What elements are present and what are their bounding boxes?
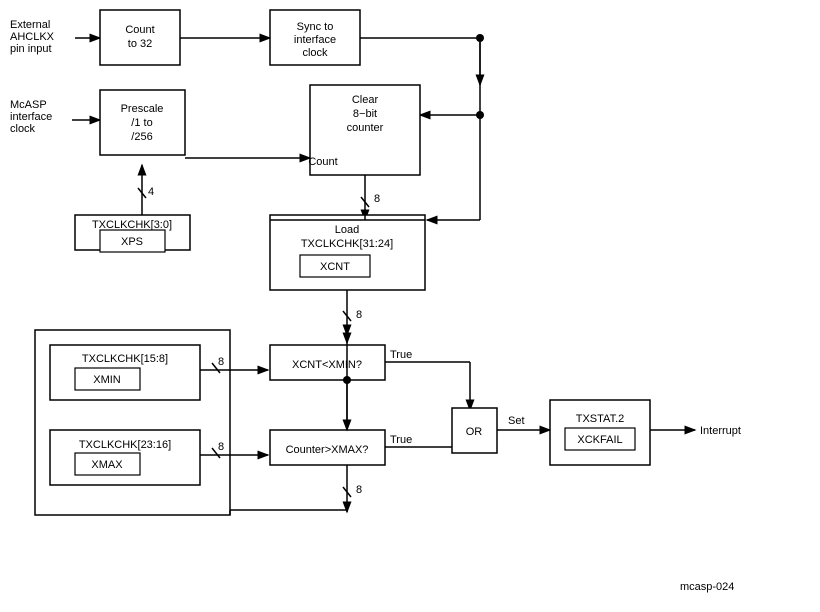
count-label: Count: [125, 24, 154, 36]
to-32-label: to 32: [128, 38, 152, 50]
txclkchk30-label: TXCLKCHK[3:0]: [92, 219, 172, 231]
counter-label: counter: [347, 122, 384, 134]
external-ahclkx-label2: AHCLKX: [10, 31, 55, 43]
num-8-3: 8: [218, 356, 224, 368]
num-8-1: 8: [374, 193, 380, 205]
load-label: Load: [335, 224, 359, 236]
true-label-1: True: [390, 349, 412, 361]
xcnt-xmin-label: XCNT<XMIN?: [292, 359, 362, 371]
txclkchk3124-label: TXCLKCHK[31:24]: [301, 238, 393, 250]
sync-label2: interface: [294, 34, 336, 46]
mcasp-label2: interface: [10, 111, 52, 123]
set-label: Set: [508, 415, 525, 427]
xps-label: XPS: [121, 236, 143, 248]
xckfail-label: XCKFAIL: [577, 434, 622, 446]
8bit-label: 8−bit: [353, 108, 377, 120]
txstat2-label: TXSTAT.2: [576, 413, 625, 425]
prescale-label3: /256: [131, 131, 152, 143]
num-8-2: 8: [356, 309, 362, 321]
num-4: 4: [148, 186, 154, 198]
caption: mcasp-024: [680, 581, 734, 593]
external-ahclkx-label: External: [10, 19, 50, 31]
num-8-4: 8: [218, 441, 224, 453]
mcasp-label1: McASP: [10, 99, 47, 111]
or-label: OR: [466, 426, 483, 438]
prescale-label1: Prescale: [121, 103, 164, 115]
sync-label3: clock: [302, 47, 328, 59]
xcnt-label: XCNT: [320, 261, 350, 273]
xmax-label: XMAX: [91, 459, 123, 471]
count-input-label: Count: [308, 156, 337, 168]
xmin-label: XMIN: [93, 374, 121, 386]
txclkchk158-label: TXCLKCHK[15:8]: [82, 353, 168, 365]
clear-label: Clear: [352, 94, 379, 106]
prescale-label2: /1 to: [131, 117, 152, 129]
txclkchk2316-label: TXCLKCHK[23:16]: [79, 439, 171, 451]
interrupt-label: Interrupt: [700, 425, 741, 437]
num-8-bottom: 8: [356, 484, 362, 496]
true-label-2: True: [390, 434, 412, 446]
external-ahclkx-label3: pin input: [10, 43, 52, 55]
mcasp-label3: clock: [10, 123, 36, 135]
counter-xmax-label: Counter>XMAX?: [286, 444, 369, 456]
sync-label1: Sync to: [297, 21, 334, 33]
